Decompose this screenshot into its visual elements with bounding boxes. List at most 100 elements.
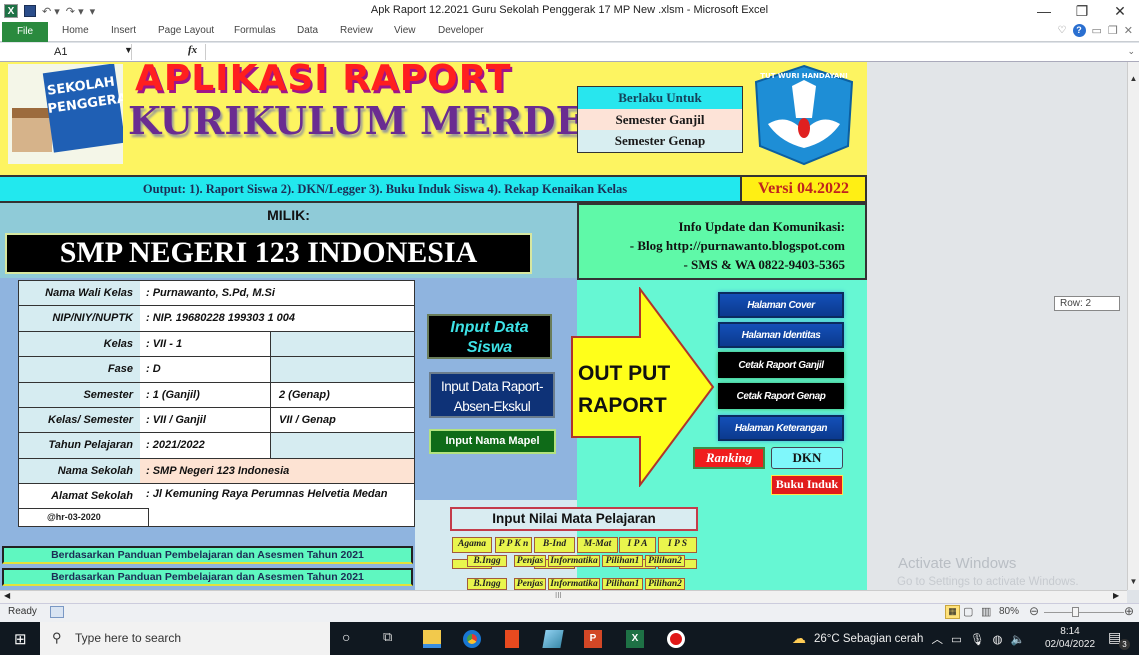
row-value[interactable]: : Purnawanto, S.Pd, M.Si (140, 281, 414, 305)
name-box-dropdown-icon[interactable]: ▼ (124, 45, 133, 55)
tab-formulas[interactable]: Formulas (234, 25, 276, 36)
row-value[interactable]: : SMP Negeri 123 Indonesia (140, 458, 414, 484)
taskbar-search-input[interactable]: Type here to search (40, 622, 330, 655)
semester-box: Berlaku Untuk Semester Ganjil Semester G… (577, 86, 743, 153)
tab-developer[interactable]: Developer (438, 25, 484, 36)
show-hidden-icons[interactable]: ︿ (931, 631, 943, 647)
value-col2[interactable] (271, 357, 414, 382)
mapel-informatika-button[interactable]: Informatika (548, 555, 600, 567)
mapel-penjas-button[interactable]: Penjas (514, 555, 546, 567)
mapel-informatika-duplicate[interactable]: Informatika (548, 578, 600, 590)
mapel-bind-button[interactable]: B-Ind (534, 537, 575, 553)
tab-review[interactable]: Review (340, 25, 373, 36)
mapel-pilihan2-duplicate[interactable]: Pilihan2 (645, 578, 685, 590)
cetak-raport-ganjil-button[interactable]: Cetak Raport Ganjil (718, 352, 844, 378)
powerpoint-icon[interactable]: P (584, 630, 602, 648)
empty-sheet-area[interactable] (867, 62, 1127, 590)
help-icon[interactable]: ? (1072, 24, 1086, 37)
file-explorer-icon[interactable] (423, 630, 441, 648)
windows-start-icon[interactable]: ⊞ (14, 630, 27, 648)
chrome-icon[interactable] (463, 630, 481, 648)
zoom-out-icon[interactable]: ⊖ (1029, 604, 1039, 618)
value-col2[interactable] (271, 433, 414, 458)
mapel-penjas-duplicate[interactable]: Penjas (514, 578, 546, 590)
mapel-binggris-duplicate[interactable]: B.Ingg (467, 578, 507, 590)
tab-file[interactable]: File (2, 22, 48, 42)
mapel-agama-button[interactable]: Agama (452, 537, 492, 553)
halaman-keterangan-button[interactable]: Halaman Keterangan (718, 415, 844, 441)
close-button[interactable]: ✕ (1101, 0, 1139, 22)
input-data-siswa-button[interactable]: Input Data Siswa (427, 314, 552, 359)
mapel-mat-button[interactable]: M-Mat (577, 537, 618, 553)
tab-view[interactable]: View (394, 25, 416, 36)
zoom-slider-track[interactable] (1044, 612, 1124, 613)
network-icon[interactable]: ◍ (992, 632, 1002, 646)
page-break-view-icon[interactable]: ▥ (981, 605, 991, 618)
tab-home[interactable]: Home (62, 25, 89, 36)
screen-recorder-icon[interactable] (667, 630, 685, 648)
mapel-pilihan2-button[interactable]: Pilihan2 (645, 555, 685, 567)
worksheet[interactable]: SEKOLAH PENGGERAK APLIKASI RAPORT KURIKU… (0, 62, 867, 590)
mapel-ips-button[interactable]: I P S (658, 537, 697, 553)
battery-icon[interactable]: ▭ (951, 632, 962, 646)
office-icon[interactable] (505, 630, 519, 648)
halaman-cover-button[interactable]: Halaman Cover (718, 292, 844, 318)
microphone-icon[interactable]: 🎙 (970, 632, 985, 646)
zoom-in-icon[interactable]: ⊕ (1124, 604, 1134, 618)
scroll-right-icon[interactable]: ▶ (1113, 591, 1119, 600)
value-col1[interactable]: : 2021/2022 (146, 433, 271, 458)
input-data-raport-button[interactable]: Input Data Raport-Absen-Ekskul (429, 372, 555, 418)
value-col1[interactable]: : VII / Ganjil (146, 407, 271, 433)
insert-function-icon[interactable]: fx (188, 44, 197, 56)
expand-formula-bar-icon[interactable]: ⌄ (1127, 46, 1135, 57)
scroll-thumb-grip[interactable]: III (555, 591, 562, 600)
notes-app-icon[interactable] (542, 630, 564, 648)
tab-page-layout[interactable]: Page Layout (158, 25, 214, 36)
ranking-button[interactable]: Ranking (693, 447, 765, 469)
horizontal-scrollbar[interactable]: ◀ III ▶ (0, 590, 1127, 603)
formula-input[interactable] (205, 44, 1125, 60)
value-col2[interactable]: 2 (Genap) (271, 383, 414, 407)
value-col1[interactable]: : 1 (Ganjil) (146, 382, 271, 407)
minimize-button[interactable]: — (1025, 0, 1063, 22)
tab-insert[interactable]: Insert (111, 25, 136, 36)
restore-workbook-icon[interactable]: ❐ (1108, 24, 1118, 37)
mapel-ppkn-button[interactable]: P P K n (495, 537, 532, 553)
heart-icon[interactable]: ♡ (1058, 25, 1067, 36)
mapel-ipa-button[interactable]: I P A (619, 537, 656, 553)
minimize-ribbon-icon[interactable]: ▭ (1092, 24, 1102, 37)
mapel-binggris-button[interactable]: B.Ingg (467, 555, 507, 567)
name-box[interactable]: A1 (2, 44, 132, 60)
scroll-down-icon[interactable]: ▼ (1128, 577, 1139, 586)
zoom-level[interactable]: 80% (999, 606, 1019, 617)
weather-text[interactable]: 26°C Sebagian cerah (814, 633, 923, 645)
task-view-icon[interactable]: ⧉ (383, 629, 392, 645)
row-value[interactable]: : NIP. 19680228 199303 1 004 (140, 306, 414, 330)
vertical-scrollbar[interactable]: ▲ ▼ (1127, 62, 1139, 590)
tab-data[interactable]: Data (297, 25, 318, 36)
macro-record-icon[interactable] (50, 606, 64, 618)
mapel-pilihan1-button[interactable]: Pilihan1 (602, 555, 643, 567)
value-col1[interactable]: : D (146, 357, 271, 382)
row-value[interactable]: : Jl Kemuning Raya Perumnas Helvetia Med… (140, 484, 414, 508)
zoom-slider-thumb[interactable] (1072, 607, 1079, 617)
dkn-button[interactable]: DKN (771, 447, 843, 469)
volume-icon[interactable]: 🔈 (1010, 632, 1024, 646)
input-nama-mapel-button[interactable]: Input Nama Mapel (429, 429, 556, 454)
halaman-identitas-button[interactable]: Halaman Identitas (718, 322, 844, 348)
cetak-raport-genap-button[interactable]: Cetak Raport Genap (718, 383, 844, 409)
restore-button[interactable]: ❐ (1063, 0, 1101, 22)
scroll-left-icon[interactable]: ◀ (4, 591, 10, 600)
value-col2[interactable] (271, 331, 414, 357)
taskbar-clock[interactable]: 8:14 02/04/2022 (1040, 625, 1100, 651)
normal-view-icon[interactable]: ▦ (945, 605, 960, 619)
value-col2[interactable]: VII / Genap (271, 408, 414, 432)
mapel-pilihan1-duplicate[interactable]: Pilihan1 (602, 578, 643, 590)
cortana-icon[interactable]: ○ (342, 629, 350, 645)
value-col1[interactable]: : VII - 1 (146, 331, 271, 357)
buku-induk-button[interactable]: Buku Induk (771, 475, 843, 495)
close-workbook-icon[interactable]: ✕ (1124, 24, 1133, 37)
excel-taskbar-icon[interactable]: X (626, 630, 644, 648)
page-layout-view-icon[interactable]: ▢ (963, 605, 973, 618)
scroll-up-icon[interactable]: ▲ (1128, 74, 1139, 83)
